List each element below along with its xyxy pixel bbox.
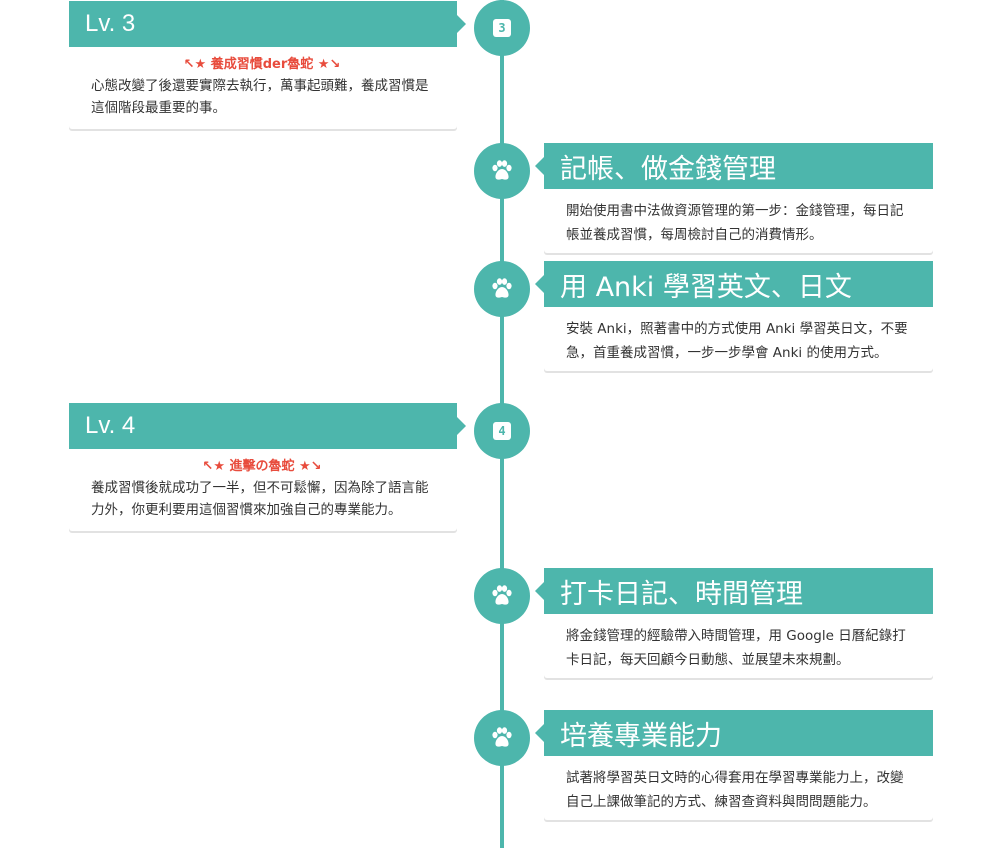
timeline-item-card: 用 Anki 學習英文、日文 安裝 Anki，照著書中的方式使用 Anki 學習… bbox=[535, 261, 933, 371]
level-node-3: 3 bbox=[474, 0, 530, 56]
paw-icon bbox=[492, 278, 512, 298]
level-title: Lv. 3 bbox=[69, 1, 466, 47]
level-subtitle: ↖★ 進擊の魯蛇 ★↘ bbox=[202, 459, 322, 474]
item-description: 將金錢管理的經驗帶入時間管理，用 Google 日曆紀錄打卡日記，每天回顧今日動… bbox=[566, 628, 906, 668]
level-node-4: 4 bbox=[474, 403, 530, 459]
level-description: 養成習慣後就成功了一半，但不可鬆懈，因為除了語言能力外，你更利要用這個習慣來加強… bbox=[91, 480, 429, 518]
level-card-4: Lv. 4 ↖★ 進擊の魯蛇 ★↘ 養成習慣後就成功了一半，但不可鬆懈，因為除了… bbox=[69, 403, 466, 531]
timeline-item-card: 培養專業能力 試著將學習英日文時的心得套用在學習專業能力上，改變自己上課做筆記的… bbox=[535, 710, 933, 820]
timeline-item-card: 打卡日記、時間管理 將金錢管理的經驗帶入時間管理，用 Google 日曆紀錄打卡… bbox=[535, 568, 933, 678]
item-title: 用 Anki 學習英文、日文 bbox=[535, 261, 933, 307]
level-title: Lv. 4 bbox=[69, 403, 466, 449]
item-description: 開始使用書中法做資源管理的第一步：金錢管理，每日記帳並養成習慣，每周檢討自己的消… bbox=[566, 203, 904, 243]
timeline-node bbox=[474, 261, 530, 317]
item-description: 試著將學習英日文時的心得套用在學習專業能力上，改變自己上課做筆記的方式、練習查資… bbox=[566, 770, 904, 810]
paw-icon bbox=[492, 727, 512, 747]
item-description: 安裝 Anki，照著書中的方式使用 Anki 學習英日文，不要急，首重養成習慣，… bbox=[566, 321, 908, 361]
level-description: 心態改變了後還要實際去執行，萬事起頭難，養成習慣是這個階段最重要的事。 bbox=[91, 78, 429, 116]
level-number-badge: 4 bbox=[493, 422, 511, 440]
paw-icon bbox=[492, 160, 512, 180]
timeline-node bbox=[474, 568, 530, 624]
timeline-node bbox=[474, 710, 530, 766]
level-subtitle: ↖★ 養成習慣der魯蛇 ★↘ bbox=[183, 57, 341, 72]
level-number-badge: 3 bbox=[493, 19, 511, 37]
timeline-item-card: 記帳、做金錢管理 開始使用書中法做資源管理的第一步：金錢管理，每日記帳並養成習慣… bbox=[535, 143, 933, 253]
item-title: 培養專業能力 bbox=[535, 710, 933, 756]
level-card-3: Lv. 3 ↖★ 養成習慣der魯蛇 ★↘ 心態改變了後還要實際去執行，萬事起頭… bbox=[69, 1, 466, 129]
timeline-node bbox=[474, 143, 530, 199]
paw-icon bbox=[492, 585, 512, 605]
item-title: 記帳、做金錢管理 bbox=[535, 143, 933, 189]
item-title: 打卡日記、時間管理 bbox=[535, 568, 933, 614]
